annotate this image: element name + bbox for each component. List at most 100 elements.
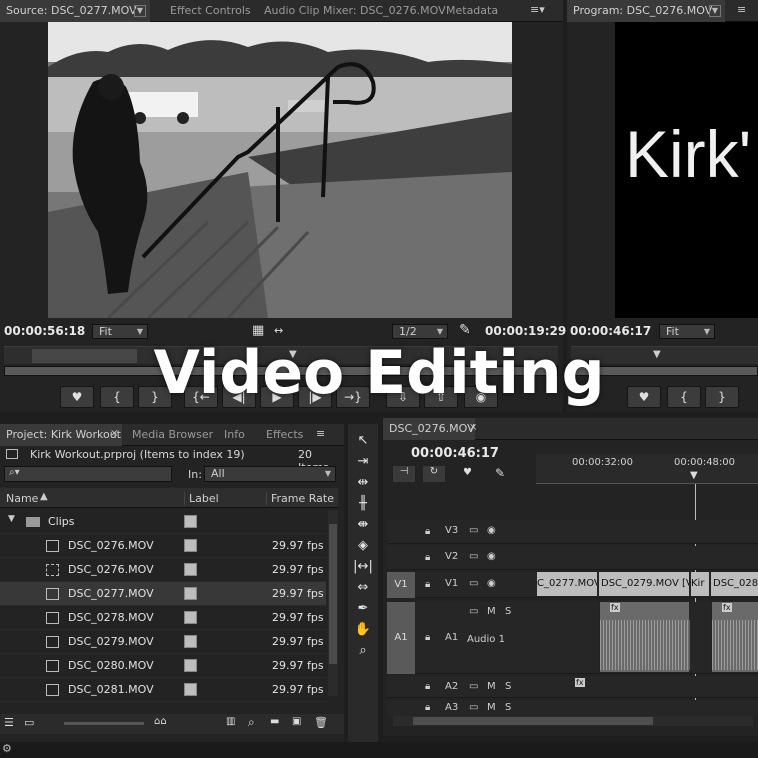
panel-menu-icon[interactable]: ≡▾ [530, 3, 545, 16]
mute-button[interactable]: M [487, 681, 496, 692]
find-icon[interactable]: ⌕ [248, 715, 255, 730]
timeline-clip[interactable]: Kir [691, 572, 709, 596]
list-item-selected[interactable]: DSC_0277.MOV 29.97 fps [0, 582, 326, 606]
voiceover-icon[interactable]: ▭ [469, 606, 478, 617]
tab-info[interactable]: Info [218, 424, 251, 446]
icon-view-icon[interactable]: ▭ [24, 716, 34, 729]
source-resolution-select[interactable]: 1/2 [392, 324, 448, 339]
solo-button[interactable]: S [505, 606, 511, 617]
lock-icon[interactable]: 🔒︎ [425, 579, 430, 590]
slide-tool-icon[interactable]: ⇔ [353, 579, 373, 597]
lock-icon[interactable]: 🔒︎ [425, 702, 430, 713]
tab-sequence[interactable]: DSC_0276.MOV [383, 418, 475, 440]
tab-media-browser[interactable]: Media Browser [126, 424, 219, 446]
sequence-tab-close-icon[interactable]: × [469, 422, 477, 433]
toggle-output-icon[interactable]: ▭ [469, 578, 478, 589]
project-tab-close-icon[interactable]: × [110, 428, 118, 439]
list-view-icon[interactable]: ☰ [4, 716, 14, 729]
slip-tool-icon[interactable]: |↔| [353, 558, 373, 576]
column-name[interactable]: Name [6, 492, 38, 505]
project-scrollbar[interactable] [328, 510, 338, 696]
selection-tool-icon[interactable]: ↖ [353, 432, 373, 450]
rate-stretch-tool-icon[interactable]: ⇼ [353, 516, 373, 534]
zoom-tool-icon[interactable]: ⌕ [353, 642, 373, 660]
source-patch-v1[interactable]: V1 [387, 572, 415, 598]
settings-gear-icon[interactable]: ⚙ [2, 742, 12, 755]
tab-program[interactable]: Program: DSC_0276.MOV [567, 0, 725, 22]
timeline-horizontal-scrollbar[interactable] [393, 716, 753, 726]
tab-effects[interactable]: Effects [260, 424, 309, 446]
ripple-edit-tool-icon[interactable]: ⇹ [353, 474, 373, 492]
timeline-settings-icon[interactable]: ✎ [495, 466, 505, 480]
program-panel-menu-icon[interactable]: ≡ [737, 3, 746, 16]
list-item[interactable]: DSC_0280.MOV 29.97 fps [0, 654, 326, 678]
source-tab-menu-icon[interactable]: ▼ [134, 5, 146, 17]
timeline-clip[interactable]: DSC_0279.MOV [V] [599, 572, 689, 596]
source-zoom-select[interactable]: Fit [92, 324, 148, 339]
new-item-icon[interactable]: ▣ [292, 716, 301, 727]
in-filter-select[interactable]: All [204, 466, 336, 482]
trash-icon[interactable]: 🗑 [314, 716, 328, 729]
tab-project[interactable]: Project: Kirk Workout [0, 424, 122, 446]
label-swatch[interactable] [184, 683, 197, 696]
folder-row-clips[interactable]: ▼ Clips [0, 510, 326, 534]
label-swatch[interactable] [184, 563, 197, 576]
razor-tool-icon[interactable]: ◈ [353, 537, 373, 555]
toggle-output-icon[interactable]: ▭ [469, 525, 478, 536]
eye-icon[interactable]: ◉ [487, 525, 496, 536]
search-input[interactable]: ⌕▾ [4, 466, 172, 482]
lock-icon[interactable]: 🔒︎ [425, 681, 430, 692]
label-swatch[interactable] [184, 659, 197, 672]
timeline-clip[interactable]: C_0277.MOV [537, 572, 597, 596]
list-item[interactable]: DSC_0276.MOV 29.97 fps [0, 558, 326, 582]
tab-effect-controls[interactable]: Effect Controls [164, 0, 257, 22]
column-frame-rate[interactable]: Frame Rate [266, 492, 334, 505]
voiceover-icon[interactable]: ▭ [469, 681, 478, 692]
list-item[interactable]: DSC_0281.MOV 29.97 fps [0, 678, 326, 702]
label-swatch[interactable] [184, 611, 197, 624]
source-timecode-current[interactable]: 00:00:56:18 [4, 324, 85, 338]
program-zoom-select[interactable]: Fit [659, 324, 715, 339]
eye-icon[interactable]: ◉ [487, 578, 496, 589]
timeline-scroll-thumb[interactable] [413, 717, 653, 725]
tab-metadata[interactable]: Metadata [440, 0, 504, 22]
folder-label-swatch[interactable] [184, 515, 197, 528]
lock-icon[interactable]: 🔒︎ [425, 552, 430, 563]
sort-icon[interactable]: ⌂⌂ [154, 716, 167, 727]
rolling-edit-tool-icon[interactable]: ╫ [353, 495, 373, 513]
voiceover-icon[interactable]: ▭ [469, 702, 478, 713]
label-swatch[interactable] [184, 539, 197, 552]
timeline-timecode[interactable]: 00:00:46:17 [411, 446, 499, 461]
automate-icon[interactable]: ▥ [226, 716, 235, 727]
label-swatch[interactable] [184, 587, 197, 600]
program-timecode-current[interactable]: 00:00:46:17 [570, 324, 651, 338]
audio-clip[interactable]: fx [599, 602, 690, 672]
list-item[interactable]: DSC_0278.MOV 29.97 fps [0, 606, 326, 630]
folder-expand-icon[interactable]: ▼ [8, 514, 15, 524]
track-select-tool-icon[interactable]: ⇥ [353, 453, 373, 471]
program-tab-menu-icon[interactable]: ▼ [709, 5, 721, 17]
audio-clip[interactable]: fx [711, 602, 758, 672]
add-marker-icon[interactable]: ♥ [463, 467, 472, 478]
project-panel-menu-icon[interactable]: ≡ [316, 427, 325, 440]
wrench-icon[interactable]: ✎ [459, 322, 471, 338]
timeline-clip[interactable]: DSC_028 [711, 572, 758, 596]
mute-button[interactable]: M [487, 702, 496, 713]
solo-button[interactable]: S [505, 702, 511, 713]
solo-button[interactable]: S [505, 681, 511, 692]
drag-audio-icon[interactable]: ↔ [274, 324, 283, 337]
snap-icon[interactable]: ⊣ [393, 466, 415, 482]
source-patch-a1[interactable]: A1 [387, 602, 415, 674]
tab-audio-clip-mixer[interactable]: Audio Clip Mixer: DSC_0276.MOV [258, 0, 452, 22]
list-item[interactable]: DSC_0276.MOV 29.97 fps [0, 534, 326, 558]
lock-icon[interactable]: 🔒︎ [425, 632, 430, 643]
project-scroll-thumb[interactable] [329, 524, 337, 664]
mute-button[interactable]: M [487, 606, 496, 617]
column-label[interactable]: Label [184, 492, 219, 505]
new-bin-icon[interactable]: ▬ [270, 716, 279, 727]
zoom-slider[interactable] [64, 722, 144, 725]
lock-icon[interactable]: 🔒︎ [425, 526, 430, 537]
label-swatch[interactable] [184, 635, 197, 648]
list-item[interactable]: DSC_0279.MOV 29.97 fps [0, 630, 326, 654]
pen-tool-icon[interactable]: ✒ [353, 600, 373, 618]
